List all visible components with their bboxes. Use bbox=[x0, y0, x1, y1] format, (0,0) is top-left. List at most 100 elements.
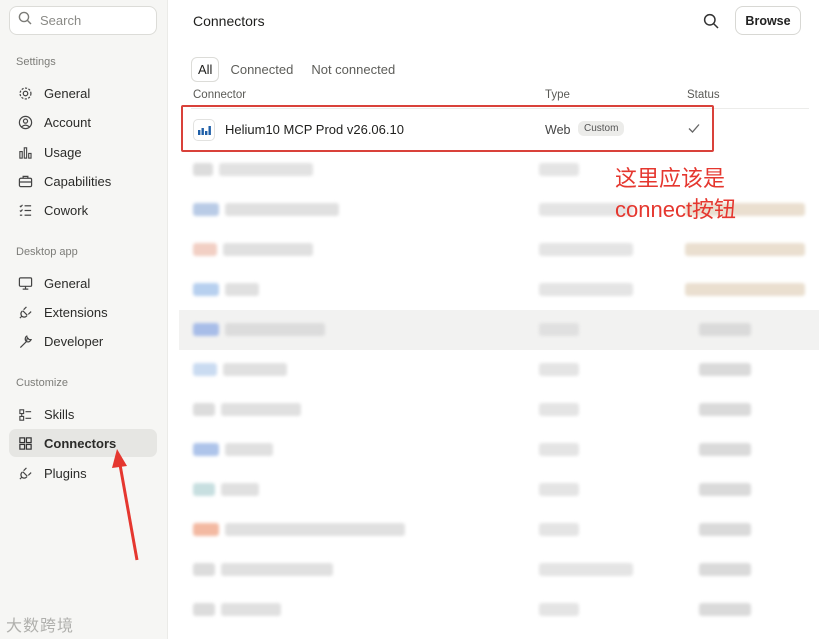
sidebar-item-label: General bbox=[44, 275, 91, 291]
sidebar-item-label: Capabilities bbox=[44, 173, 112, 189]
table-row[interactable] bbox=[179, 310, 819, 350]
sidebar-item-account[interactable]: Account bbox=[9, 108, 157, 136]
filter-tabs: All Connected Not connected bbox=[191, 57, 402, 82]
sidebar-search[interactable] bbox=[9, 6, 157, 35]
blurred-logo bbox=[193, 243, 217, 256]
blurred-type bbox=[539, 523, 579, 536]
blurred-logo bbox=[193, 563, 215, 576]
sidebar-item-capabilities[interactable]: Capabilities bbox=[9, 167, 157, 195]
sidebar-item-label: Developer bbox=[44, 333, 104, 349]
blurred-name bbox=[225, 203, 339, 216]
blurred-type bbox=[539, 363, 579, 376]
sidebar-item-label: Cowork bbox=[44, 202, 89, 218]
blurred-name bbox=[221, 403, 301, 416]
tab-connected[interactable]: Connected bbox=[223, 57, 300, 82]
annotation-text: 这里应该是 connect按钮 bbox=[615, 163, 736, 225]
sidebar-item-connectors[interactable]: Connectors bbox=[9, 429, 157, 457]
blurred-type bbox=[539, 283, 633, 296]
table-row[interactable] bbox=[179, 390, 819, 430]
skills-icon bbox=[17, 406, 33, 422]
sidebar-item-skills[interactable]: Skills bbox=[9, 400, 157, 428]
blurred-type bbox=[539, 563, 633, 576]
table-row[interactable] bbox=[179, 430, 819, 470]
annotation-line-2: connect按钮 bbox=[615, 197, 737, 222]
blurred-name bbox=[219, 163, 313, 176]
blurred-logo bbox=[193, 203, 219, 216]
blurred-type bbox=[539, 483, 579, 496]
table-row[interactable] bbox=[179, 470, 819, 510]
sidebar-item-label: Skills bbox=[44, 406, 75, 422]
blurred-name bbox=[221, 603, 281, 616]
table-row[interactable] bbox=[179, 590, 819, 630]
blurred-status bbox=[699, 563, 751, 576]
blurred-type bbox=[539, 163, 579, 176]
search-input[interactable] bbox=[40, 13, 150, 28]
blurred-type bbox=[539, 323, 579, 336]
table-row[interactable] bbox=[179, 270, 819, 310]
column-header-connector: Connector bbox=[193, 89, 247, 101]
blurred-status bbox=[685, 283, 805, 296]
blurred-status bbox=[699, 523, 751, 536]
blurred-logo bbox=[193, 403, 215, 416]
blurred-name bbox=[221, 483, 259, 496]
blurred-status bbox=[699, 483, 751, 496]
tab-all[interactable]: All bbox=[191, 57, 220, 82]
blurred-name bbox=[221, 563, 333, 576]
annotation-line-1: 这里应该是 bbox=[615, 166, 726, 191]
blurred-logo bbox=[193, 443, 219, 456]
sidebar-item-desktop-general[interactable]: General bbox=[9, 269, 157, 297]
gear-icon bbox=[17, 85, 33, 101]
bar-chart-icon bbox=[17, 144, 33, 160]
table-row[interactable] bbox=[179, 550, 819, 590]
column-header-type: Type bbox=[545, 89, 570, 101]
blurred-type bbox=[539, 603, 579, 616]
sidebar-item-label: Connectors bbox=[44, 435, 117, 451]
table-row[interactable] bbox=[179, 230, 819, 270]
table-row[interactable] bbox=[179, 350, 819, 390]
blurred-name bbox=[225, 443, 273, 456]
main-panel: Connectors Browse All Connected Not conn… bbox=[169, 0, 827, 639]
sidebar-item-label: Account bbox=[44, 114, 91, 130]
monitor-icon bbox=[17, 275, 33, 291]
blurred-status bbox=[699, 403, 751, 416]
blurred-status bbox=[685, 243, 805, 256]
wrench-icon bbox=[17, 333, 33, 349]
blurred-status bbox=[699, 323, 751, 336]
blurred-status bbox=[699, 443, 751, 456]
briefcase-icon bbox=[17, 173, 33, 189]
table-row[interactable] bbox=[179, 510, 819, 550]
sidebar-item-usage[interactable]: Usage bbox=[9, 138, 157, 166]
blurred-type bbox=[539, 443, 579, 456]
section-label-settings: Settings bbox=[16, 56, 56, 68]
blurred-logo bbox=[193, 603, 215, 616]
plug-icon bbox=[17, 304, 33, 320]
blurred-name bbox=[225, 323, 325, 336]
tab-not-connected[interactable]: Not connected bbox=[304, 57, 402, 82]
section-label-customize: Customize bbox=[16, 377, 68, 389]
browse-button[interactable]: Browse bbox=[735, 6, 801, 35]
watermark: 大数跨境 bbox=[6, 618, 75, 635]
sidebar-item-label: Extensions bbox=[44, 304, 108, 320]
sidebar-item-general[interactable]: General bbox=[9, 79, 157, 107]
list-check-icon bbox=[17, 202, 33, 218]
plug-icon bbox=[17, 465, 33, 481]
sidebar: Settings General Account Usage Capabilit… bbox=[0, 0, 168, 639]
sidebar-item-extensions[interactable]: Extensions bbox=[9, 298, 157, 326]
blurred-type bbox=[539, 403, 579, 416]
annotation-highlight-box bbox=[181, 105, 714, 152]
blurred-logo bbox=[193, 283, 219, 296]
blurred-status bbox=[699, 363, 751, 376]
blurred-logo bbox=[193, 483, 215, 496]
sidebar-item-developer[interactable]: Developer bbox=[9, 327, 157, 355]
sidebar-item-plugins[interactable]: Plugins bbox=[9, 459, 157, 487]
sidebar-item-cowork[interactable]: Cowork bbox=[9, 196, 157, 224]
sidebar-item-label: Usage bbox=[44, 144, 82, 160]
search-icon[interactable] bbox=[701, 11, 721, 31]
blurred-name bbox=[225, 283, 259, 296]
sidebar-item-label: Plugins bbox=[44, 465, 87, 481]
blurred-type bbox=[539, 243, 633, 256]
blurred-name bbox=[223, 363, 287, 376]
page-title: Connectors bbox=[193, 13, 265, 29]
grid-icon bbox=[17, 435, 33, 451]
blurred-name bbox=[223, 243, 313, 256]
